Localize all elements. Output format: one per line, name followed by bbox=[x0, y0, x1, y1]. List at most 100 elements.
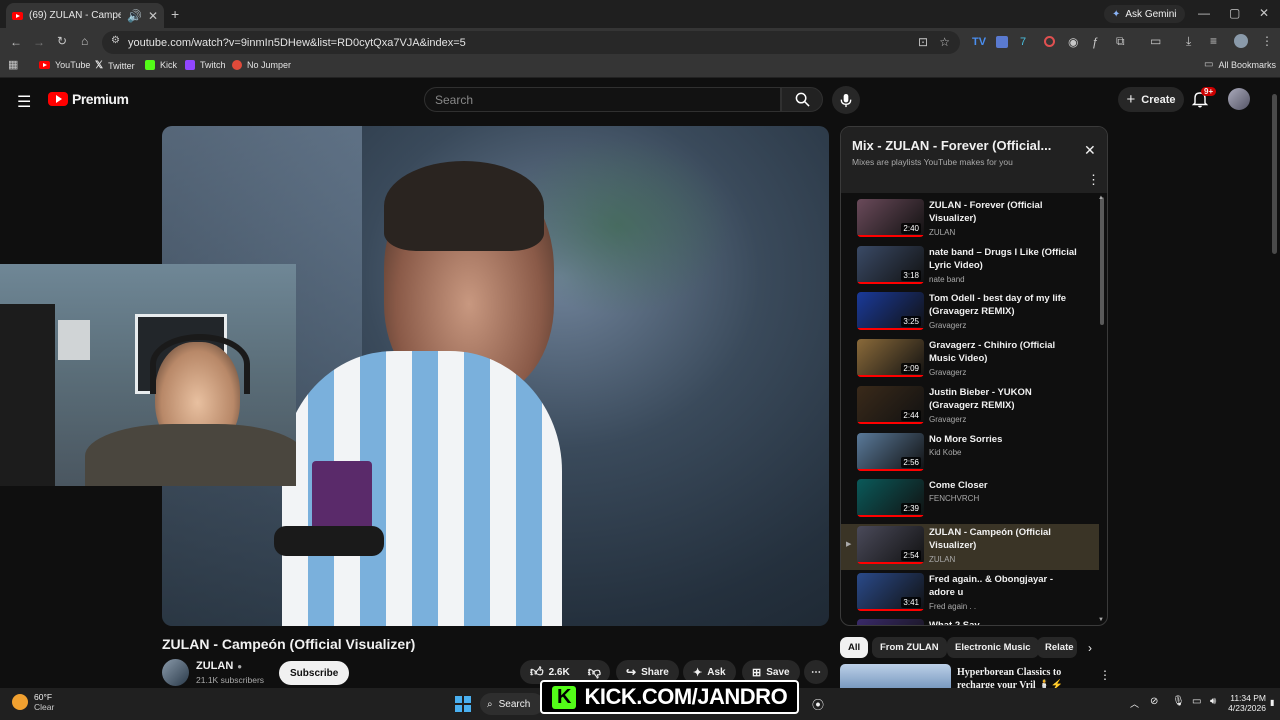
extension-owl-icon[interactable]: ◉ bbox=[1068, 36, 1078, 48]
all-bookmarks[interactable]: ▭ All Bookmarks bbox=[1204, 60, 1276, 71]
new-tab-icon[interactable]: + bbox=[171, 7, 179, 21]
bookmark-twitter[interactable]: 𝕏 Twitter bbox=[95, 60, 135, 71]
weather-widget[interactable]: 60°F Clear bbox=[12, 692, 54, 712]
bookmark-nojumper[interactable]: No Jumper bbox=[232, 60, 291, 70]
bookmark-youtube[interactable]: YouTube bbox=[39, 60, 90, 70]
playlist-item[interactable]: 2:39 Come Closer FENCHVRCH bbox=[841, 477, 1099, 523]
site-info-icon[interactable]: ⚙ bbox=[111, 36, 120, 46]
media-control-icon[interactable]: ≡ bbox=[1210, 35, 1217, 47]
playlist-item[interactable]: ▶ 2:54 ZULAN - Campeón (Official Visualize… bbox=[841, 523, 1099, 570]
playlist-thumbnail[interactable]: 2:39 bbox=[857, 479, 924, 518]
thumbs-down-icon[interactable]: 👎︎ bbox=[588, 664, 601, 680]
playlist-thumbnail[interactable] bbox=[857, 619, 924, 625]
playlist-thumbnail[interactable]: 2:40 bbox=[857, 199, 924, 237]
extension-tv-icon[interactable]: TV bbox=[972, 36, 986, 48]
playlist-item[interactable]: 3:25 Tom Odell - best day of my life (Gra… bbox=[841, 290, 1099, 336]
scroll-up-icon[interactable]: ▲ bbox=[1098, 195, 1104, 201]
back-icon[interactable]: ← bbox=[10, 36, 22, 48]
forward-icon[interactable]: → bbox=[33, 36, 45, 48]
playlist-thumbnail[interactable]: 2:09 bbox=[857, 339, 924, 378]
chip-related[interactable]: Relate bbox=[1037, 637, 1077, 658]
playlist-thumbnail[interactable]: 2:44 bbox=[857, 385, 924, 424]
playlist-thumbnail[interactable]: 3:41 bbox=[857, 572, 924, 611]
playlist-item[interactable]: What 2 Say bbox=[841, 617, 1099, 625]
search-button[interactable] bbox=[781, 87, 823, 112]
recommended-thumbnail[interactable] bbox=[840, 664, 951, 688]
playlist-item[interactable]: 2:56 No More Sorries Kid Kobe bbox=[841, 431, 1099, 477]
subscribe-button[interactable]: Subscribe bbox=[279, 661, 350, 685]
obs-taskbar-icon[interactable]: ⦿ bbox=[812, 696, 824, 713]
search-input[interactable]: Search bbox=[424, 87, 781, 112]
playlist-thumbnail[interactable]: 2:54 bbox=[857, 525, 924, 564]
playlist-item[interactable]: 2:40 ZULAN - Forever (Official Visualizer… bbox=[841, 197, 1099, 243]
ask-gemini-button[interactable]: ✦ Ask Gemini bbox=[1104, 5, 1185, 23]
tray-volume-icon[interactable]: 🔊︎ bbox=[1210, 696, 1216, 707]
browser-tab[interactable]: (69) ZULAN - Campeón (O 🔊 ✕ bbox=[6, 3, 164, 28]
create-button[interactable]: + Create bbox=[1118, 87, 1184, 112]
playlist-menu-icon[interactable]: ⋮ bbox=[1087, 172, 1100, 188]
chip-electronic-music[interactable]: Electronic Music bbox=[947, 637, 1039, 658]
channel-name[interactable]: ZULAN bbox=[196, 660, 233, 672]
recommended-menu-icon[interactable]: ⋮ bbox=[1099, 668, 1111, 682]
x-logo-icon: 𝕏 bbox=[95, 60, 104, 71]
voice-search-button[interactable] bbox=[832, 86, 860, 114]
close-playlist-icon[interactable]: ✕ bbox=[1084, 142, 1096, 159]
close-window-icon[interactable]: ✕ bbox=[1259, 7, 1269, 19]
chips-next-icon[interactable]: › bbox=[1088, 641, 1092, 655]
recommended-title[interactable]: Hyperborean Classics to recharge your Vr… bbox=[957, 666, 1087, 688]
playlist-item[interactable]: 3:41 Fred again.. & Obongjayar - adore u F… bbox=[841, 571, 1099, 617]
playlist-scrollbar[interactable] bbox=[1100, 197, 1104, 325]
playlist-title[interactable]: Mix - ZULAN - Forever (Official... bbox=[852, 138, 1062, 153]
playlist-thumbnail[interactable]: 3:18 bbox=[857, 245, 924, 284]
url-input[interactable]: ⚙ youtube.com/watch?v=9inmIn5DHew&list=R… bbox=[102, 31, 960, 54]
taskbar-clock[interactable]: 11:34 PM 4/23/2026 bbox=[1226, 693, 1266, 713]
playlist-thumbnail[interactable]: 3:25 bbox=[857, 292, 924, 331]
bookmark-twitch[interactable]: Twitch bbox=[185, 60, 226, 70]
extension-record-icon[interactable] bbox=[1044, 36, 1055, 47]
reload-icon[interactable]: ↻ bbox=[57, 35, 67, 47]
bookmark-kick[interactable]: Kick bbox=[145, 60, 177, 70]
extension-translate-icon[interactable] bbox=[996, 36, 1008, 48]
notifications-button[interactable]: 9+ bbox=[1191, 87, 1217, 111]
tray-network-icon[interactable]: ⊘ bbox=[1150, 696, 1158, 707]
scroll-down-icon[interactable]: ▼ bbox=[1098, 617, 1104, 623]
install-app-icon[interactable]: ⊡ bbox=[918, 36, 928, 48]
more-actions-button[interactable]: ⋯ bbox=[804, 660, 828, 684]
page-scrollbar[interactable] bbox=[1272, 94, 1277, 254]
profile-avatar-icon[interactable] bbox=[1234, 34, 1248, 48]
apps-grid-icon[interactable]: ▦ bbox=[8, 60, 18, 71]
home-icon[interactable]: ⌂ bbox=[81, 35, 88, 47]
tray-display-icon[interactable]: ▭ bbox=[1192, 696, 1201, 707]
playlist-item[interactable]: 2:09 Gravagerz - Chihiro (Official Music … bbox=[841, 337, 1099, 383]
channel-avatar[interactable] bbox=[162, 659, 189, 686]
youtube-logo[interactable]: Premium bbox=[48, 91, 129, 107]
like-count[interactable]: 2.6K bbox=[549, 667, 570, 678]
taskbar-search[interactable]: ⌕ Search bbox=[480, 693, 544, 715]
extension-script-icon[interactable]: ƒ bbox=[1092, 36, 1099, 48]
playlist-item[interactable]: 3:18 nate band – Drugs I Like (Official L… bbox=[841, 244, 1099, 290]
weather-temp: 60°F bbox=[34, 692, 53, 702]
hamburger-menu-icon[interactable]: ☰ bbox=[17, 92, 31, 112]
playlist-item[interactable]: 2:44 Justin Bieber - YUKON (Gravagerz REM… bbox=[841, 384, 1099, 430]
extensions-puzzle-icon[interactable]: ⧉ bbox=[1116, 35, 1125, 47]
tray-mic-icon[interactable]: 🎙︎ bbox=[1172, 696, 1185, 707]
address-toolbar: ← → ↻ ⌂ ⚙ youtube.com/watch?v=9inmIn5DHe… bbox=[0, 28, 1280, 56]
chip-all[interactable]: All bbox=[840, 637, 869, 658]
channel-name-row[interactable]: ZULAN ● bbox=[196, 660, 242, 672]
bookmark-star-icon[interactable]: ☆ bbox=[939, 36, 950, 48]
maximize-icon[interactable]: ▢ bbox=[1229, 7, 1240, 19]
chrome-menu-icon[interactable]: ⋮ bbox=[1261, 35, 1273, 47]
tray-overflow-icon[interactable]: ︿ bbox=[1130, 697, 1139, 710]
close-tab-icon[interactable]: ✕ bbox=[148, 10, 158, 22]
account-avatar[interactable] bbox=[1228, 88, 1250, 110]
download-icon[interactable]: ⤓ bbox=[1186, 35, 1191, 47]
sidepanel-icon[interactable]: ▭ bbox=[1150, 35, 1161, 47]
playlist-thumbnail[interactable]: 2:56 bbox=[857, 432, 924, 471]
windows-start-icon[interactable] bbox=[455, 696, 471, 712]
thumbs-up-icon[interactable]: 👍︎ bbox=[530, 664, 544, 680]
extension-7tv-icon[interactable]: 7 bbox=[1020, 36, 1026, 48]
audio-icon[interactable]: 🔊 bbox=[127, 10, 142, 22]
notification-center-icon[interactable]: ▮ bbox=[1270, 698, 1274, 707]
minimize-icon[interactable]: — bbox=[1198, 7, 1210, 19]
chip-from-zulan[interactable]: From ZULAN bbox=[872, 637, 947, 658]
